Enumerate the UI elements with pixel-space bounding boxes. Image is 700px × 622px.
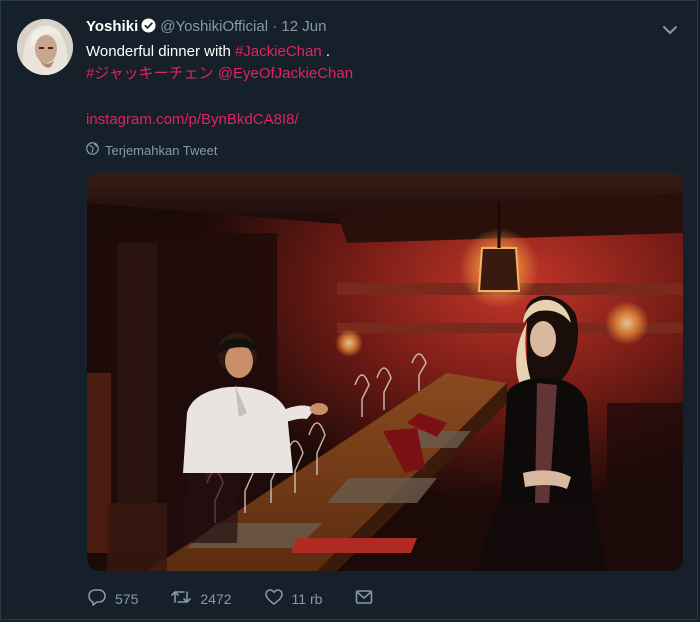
globe-icon bbox=[86, 142, 99, 158]
tweet-line-link: instagram.com/p/BynBkdCA8I8/ bbox=[86, 109, 666, 131]
dinner-photo bbox=[87, 173, 683, 571]
tweet-date[interactable]: 12 Jun bbox=[281, 18, 326, 35]
hashtag-jackiechan[interactable]: #JackieChan bbox=[235, 43, 322, 60]
tweet-line-2: #ジャッキーチェン @EyeOfJackieChan bbox=[86, 63, 666, 85]
reply-count: 575 bbox=[115, 590, 139, 607]
user-handle[interactable]: @YoshikiOfficial bbox=[160, 18, 268, 35]
share-icon bbox=[354, 587, 374, 610]
reply-icon bbox=[87, 587, 107, 610]
tweet-actions: 575 2472 11 rb bbox=[87, 587, 406, 610]
tweet-text: Wonderful dinner with #JackieChan . #ジャッ… bbox=[86, 41, 666, 131]
like-button[interactable]: 11 rb bbox=[264, 587, 323, 610]
tweet-photo[interactable] bbox=[87, 173, 683, 571]
tweet-line-1: Wonderful dinner with #JackieChan . bbox=[86, 41, 666, 63]
avatar[interactable] bbox=[17, 19, 73, 75]
retweet-button[interactable]: 2472 bbox=[170, 587, 232, 610]
text-prefix: Wonderful dinner with bbox=[86, 43, 235, 60]
verified-badge-icon bbox=[141, 18, 156, 38]
instagram-link[interactable]: instagram.com/p/BynBkdCA8I8/ bbox=[86, 111, 299, 128]
share-button[interactable] bbox=[354, 587, 374, 610]
separator-dot: · bbox=[272, 18, 278, 35]
text-suffix: . bbox=[321, 43, 331, 60]
avatar-image bbox=[17, 19, 73, 75]
retweet-icon bbox=[170, 587, 192, 610]
like-icon bbox=[264, 587, 284, 610]
translate-label: Terjemahkan Tweet bbox=[105, 142, 218, 158]
display-name[interactable]: Yoshiki bbox=[86, 18, 138, 35]
retweet-count: 2472 bbox=[200, 590, 232, 607]
hashtag-jackiechan-jp[interactable]: #ジャッキーチェン bbox=[86, 65, 214, 82]
translate-tweet[interactable]: Terjemahkan Tweet bbox=[86, 142, 218, 158]
reply-button[interactable]: 575 bbox=[87, 587, 138, 610]
mention-eyeofjackiechan[interactable]: @EyeOfJackieChan bbox=[218, 65, 353, 82]
tweet-header: Yoshiki @YoshikiOfficial · 12 Jun bbox=[86, 18, 326, 38]
chevron-down-icon[interactable] bbox=[661, 21, 679, 39]
tweet-card: Yoshiki @YoshikiOfficial · 12 Jun Wonderf… bbox=[0, 0, 698, 620]
like-count: 11 rb bbox=[291, 590, 323, 607]
